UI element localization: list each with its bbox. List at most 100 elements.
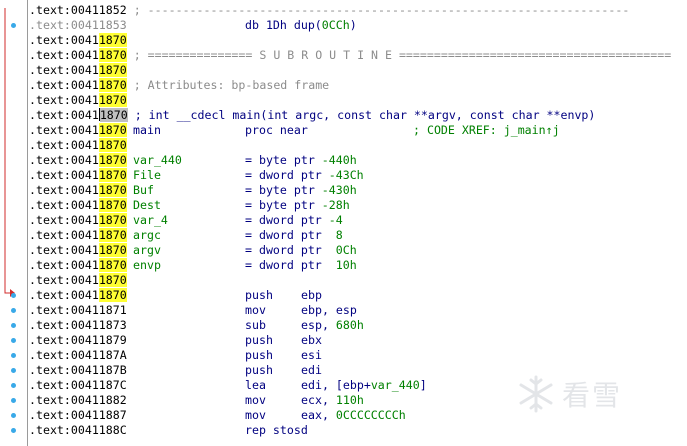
- address[interactable]: .text:0041187A: [29, 348, 127, 362]
- listing-row[interactable]: .text:00411870: [29, 63, 687, 78]
- listing-row[interactable]: .text:00411870: [29, 273, 687, 288]
- section-name: .text:: [29, 378, 71, 392]
- section-name: .text:: [29, 63, 71, 77]
- breakpoint-dot[interactable]: [11, 413, 16, 418]
- address-prefix: 00411879: [70, 333, 127, 347]
- listing-row[interactable]: .text:00411870 envp = dword ptr 10h: [29, 258, 687, 273]
- address[interactable]: .text:00411870: [29, 123, 127, 137]
- mnemonic-column-text: push: [245, 348, 273, 362]
- address[interactable]: .text:00411870: [29, 33, 127, 47]
- section-name: .text:: [29, 228, 71, 242]
- address-highlight: 1870: [98, 213, 127, 227]
- address[interactable]: .text:00411870: [29, 183, 127, 197]
- address[interactable]: .text:00411870: [29, 78, 127, 92]
- address[interactable]: .text:00411870: [29, 213, 127, 227]
- address[interactable]: .text:00411870: [29, 258, 127, 272]
- listing-row[interactable]: .text:00411871 mov ebp, esp: [29, 303, 687, 318]
- address[interactable]: .text:00411870: [29, 153, 127, 167]
- listing-row[interactable]: .text:0041188C rep stosd: [29, 423, 687, 438]
- mnemonic-column-part: 8: [335, 228, 343, 242]
- address-prefix: 00411887: [70, 408, 127, 422]
- listing-row[interactable]: .text:00411870 var_440 = byte ptr -440h: [29, 153, 687, 168]
- address-highlight: 1870: [98, 183, 127, 197]
- address[interactable]: .text:00411870: [29, 273, 127, 287]
- breakpoint-dot[interactable]: [11, 383, 16, 388]
- listing-row[interactable]: .text:00411870 push ebp: [29, 288, 687, 303]
- listing-row[interactable]: .text:00411870 Buf = byte ptr -430h: [29, 183, 687, 198]
- address[interactable]: .text:00411870: [29, 228, 127, 242]
- address[interactable]: .text:00411870: [29, 93, 127, 107]
- mnemonic-column: = byte ptr -430h: [245, 183, 357, 198]
- breakpoint-dot[interactable]: [11, 23, 16, 28]
- breakpoint-dot[interactable]: [11, 398, 16, 403]
- listing-row[interactable]: .text:00411870 main proc near ; CODE XREF: …: [29, 123, 687, 138]
- listing-row[interactable]: .text:00411870: [29, 138, 687, 153]
- address[interactable]: .text:00411870: [29, 138, 127, 152]
- address[interactable]: .text:00411873: [29, 318, 127, 332]
- listing-row[interactable]: .text:0041187A push esi: [29, 348, 687, 363]
- address[interactable]: .text:00411870: [29, 108, 128, 122]
- address-prefix: 0041: [70, 243, 99, 257]
- breakpoint-dot[interactable]: [11, 353, 16, 358]
- address-prefix: 00411882: [70, 393, 127, 407]
- listing-row[interactable]: .text:00411870 var_4 = dword ptr -4: [29, 213, 687, 228]
- label-column: argc: [133, 228, 161, 243]
- listing-row[interactable]: .text:00411853 db 1Dh dup(0CCh): [29, 18, 687, 33]
- listing-row[interactable]: .text:00411870 File = dword ptr -43Ch: [29, 168, 687, 183]
- breakpoint-dot[interactable]: [11, 308, 16, 313]
- address[interactable]: .text:00411870: [29, 63, 127, 77]
- section-name: .text:: [29, 93, 71, 107]
- mnemonic-column-text: push: [245, 333, 273, 347]
- breakpoint-dot[interactable]: [11, 368, 16, 373]
- listing-row[interactable]: .text:00411870 ; int __cdecl main(int ar…: [29, 108, 687, 123]
- address[interactable]: .text:0041187C: [29, 378, 127, 392]
- listing-row[interactable]: .text:00411870 argc = dword ptr 8: [29, 228, 687, 243]
- listing-row[interactable]: .text:00411870: [29, 93, 687, 108]
- address[interactable]: .text:00411870: [29, 243, 127, 257]
- address[interactable]: .text:00411887: [29, 408, 127, 422]
- mnemonic-column-text: = dword ptr: [245, 213, 329, 227]
- listing-row[interactable]: .text:00411879 push ebx: [29, 333, 687, 348]
- listing-row[interactable]: .text:00411870 argv = dword ptr 0Ch: [29, 243, 687, 258]
- breakpoint-dot[interactable]: [11, 323, 16, 328]
- breakpoint-dot[interactable]: [11, 428, 16, 433]
- listing-row[interactable]: .text:00411873 sub esp, 680h: [29, 318, 687, 333]
- operand-column: ecx, 110h: [301, 393, 364, 408]
- listing-row[interactable]: .text:00411870: [29, 33, 687, 48]
- label-column: main: [133, 123, 161, 138]
- label-column-text: var_440: [133, 153, 182, 167]
- mnemonic-column-text: mov: [245, 303, 266, 317]
- label-column-text: argc: [133, 228, 161, 242]
- address[interactable]: .text:00411853: [29, 18, 127, 32]
- listing-row[interactable]: .text:00411870 ; =============== S U B R…: [29, 48, 687, 63]
- listing-row[interactable]: .text:00411870 ; Attributes: bp-based fr…: [29, 78, 687, 93]
- listing-row[interactable]: .text:00411852 ; -----------------------…: [29, 3, 687, 18]
- address[interactable]: .text:00411871: [29, 303, 127, 317]
- address-highlight: 1870: [98, 123, 127, 137]
- section-name: .text:: [29, 138, 71, 152]
- section-name: .text:: [29, 123, 71, 137]
- gutter[interactable]: [0, 0, 29, 446]
- address[interactable]: .text:00411879: [29, 333, 127, 347]
- address[interactable]: .text:00411852: [29, 3, 127, 17]
- address[interactable]: .text:0041188C: [29, 423, 127, 437]
- line-comment: ; int __cdecl main(int argc, const char …: [127, 108, 596, 122]
- section-name: .text:: [29, 183, 71, 197]
- address[interactable]: .text:00411870: [29, 48, 127, 62]
- breakpoint-dot[interactable]: [11, 338, 16, 343]
- operand-column: ebx: [301, 333, 322, 348]
- address[interactable]: .text:0041187B: [29, 363, 127, 377]
- label-column-text: var_4: [133, 213, 168, 227]
- address-prefix: 0041187A: [70, 348, 127, 362]
- listing-row[interactable]: .text:00411870 Dest = byte ptr -28h: [29, 198, 687, 213]
- address[interactable]: .text:00411870: [29, 168, 127, 182]
- address[interactable]: .text:00411882: [29, 393, 127, 407]
- address[interactable]: .text:00411870: [29, 288, 127, 302]
- mnemonic-column: = dword ptr 0Ch: [245, 243, 357, 258]
- address-prefix: 00411871: [70, 303, 127, 317]
- address-prefix: 0041187C: [70, 378, 127, 392]
- address[interactable]: .text:00411870: [29, 198, 127, 212]
- breakpoint-dot[interactable]: [11, 293, 16, 298]
- label-column: argv: [133, 243, 161, 258]
- section-name: .text:: [29, 108, 71, 122]
